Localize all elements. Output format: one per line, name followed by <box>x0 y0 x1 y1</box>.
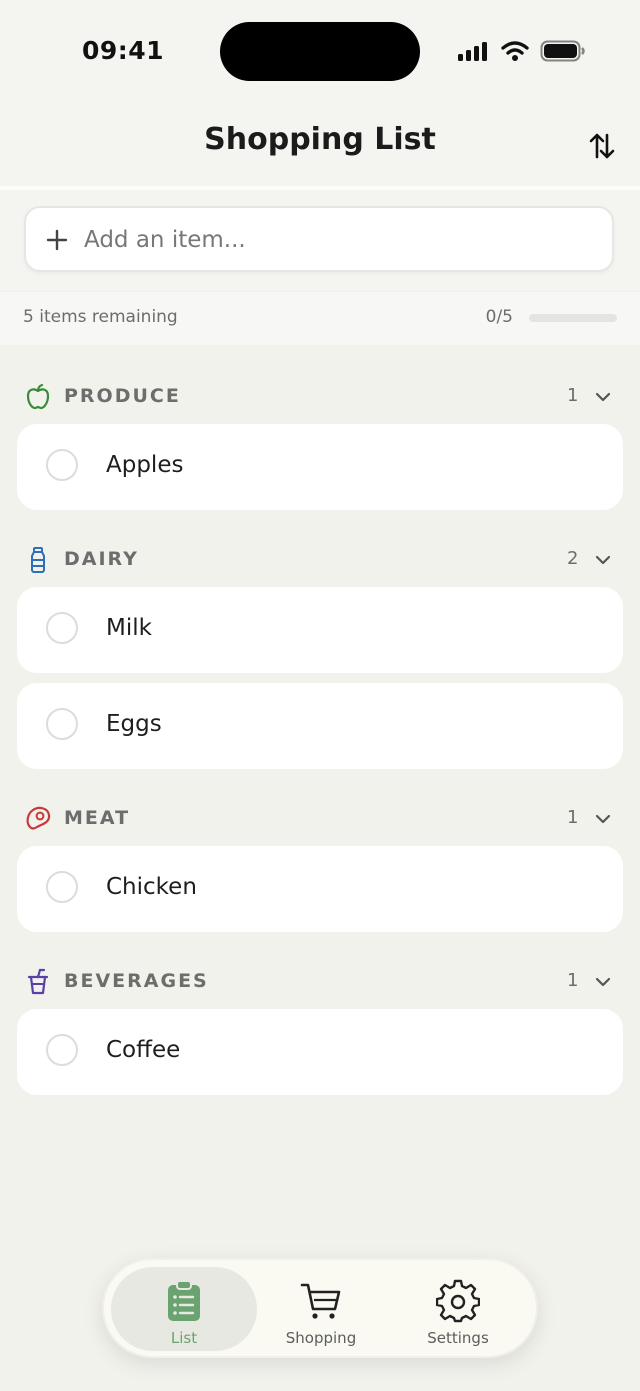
chevron-down-icon <box>595 392 611 402</box>
add-item-input[interactable] <box>82 220 586 260</box>
category-count: 2 <box>567 548 579 569</box>
add-item-area <box>0 190 640 290</box>
item-checkbox[interactable] <box>46 449 78 481</box>
item-label: Eggs <box>106 711 162 737</box>
gear-icon <box>436 1279 480 1323</box>
item-checkbox[interactable] <box>46 612 78 644</box>
item-checkbox[interactable] <box>46 871 78 903</box>
wifi-icon <box>501 41 529 61</box>
steak-icon <box>26 806 51 830</box>
tab-bar: List Shopping Settings <box>102 1258 538 1358</box>
progress-bar <box>529 314 617 322</box>
plus-icon <box>46 229 68 251</box>
list-item[interactable]: Eggs <box>17 683 623 769</box>
sort-button[interactable] <box>582 126 622 166</box>
category-header-beverages[interactable]: BEVERAGES 1 <box>0 961 640 1001</box>
cellular-signal-icon <box>458 42 487 61</box>
tab-list[interactable]: List <box>111 1267 257 1351</box>
add-item-field[interactable] <box>24 206 614 272</box>
tab-shopping[interactable]: Shopping <box>248 1267 394 1351</box>
item-checkbox[interactable] <box>46 708 78 740</box>
category-name: PRODUCE <box>64 385 181 407</box>
category-name: DAIRY <box>64 548 139 570</box>
status-bar: 09:41 <box>0 0 640 100</box>
item-label: Apples <box>106 452 184 478</box>
progress-count: 0/5 <box>485 307 513 327</box>
item-label: Coffee <box>106 1037 181 1063</box>
list-item[interactable]: Milk <box>17 587 623 673</box>
chevron-down-icon <box>595 977 611 987</box>
progress-area: 5 items remaining 0/5 <box>0 292 640 345</box>
category-name: BEVERAGES <box>64 970 209 992</box>
tab-settings[interactable]: Settings <box>385 1267 531 1351</box>
chevron-down-icon <box>595 814 611 824</box>
list-item[interactable]: Chicken <box>17 846 623 932</box>
tab-label: List <box>170 1329 198 1347</box>
drink-cup-icon <box>27 968 49 995</box>
clipboard-list-icon <box>168 1280 200 1321</box>
category-count: 1 <box>567 970 579 991</box>
category-count: 1 <box>567 807 579 828</box>
tab-label: Settings <box>427 1329 489 1347</box>
category-name: MEAT <box>64 807 131 829</box>
category-count: 1 <box>567 385 579 406</box>
status-time: 09:41 <box>82 36 165 65</box>
header: Shopping List <box>0 100 640 190</box>
list-item[interactable]: Apples <box>17 424 623 510</box>
item-checkbox[interactable] <box>46 1034 78 1066</box>
chevron-down-icon <box>595 555 611 565</box>
items-remaining-text: 5 items remaining <box>23 307 178 327</box>
dynamic-island <box>220 22 420 81</box>
item-label: Chicken <box>106 874 197 900</box>
milk-bottle-icon <box>31 547 45 573</box>
category-header-dairy[interactable]: DAIRY 2 <box>0 539 640 579</box>
category-header-meat[interactable]: MEAT 1 <box>0 798 640 838</box>
category-header-produce[interactable]: PRODUCE 1 <box>0 376 640 416</box>
list-item[interactable]: Coffee <box>17 1009 623 1095</box>
tab-label: Shopping <box>285 1329 357 1347</box>
sort-arrows-icon <box>589 133 615 159</box>
cart-icon <box>300 1283 341 1319</box>
battery-icon <box>540 40 585 62</box>
apple-icon <box>26 383 50 410</box>
item-label: Milk <box>106 615 152 641</box>
page-title: Shopping List <box>204 122 436 157</box>
